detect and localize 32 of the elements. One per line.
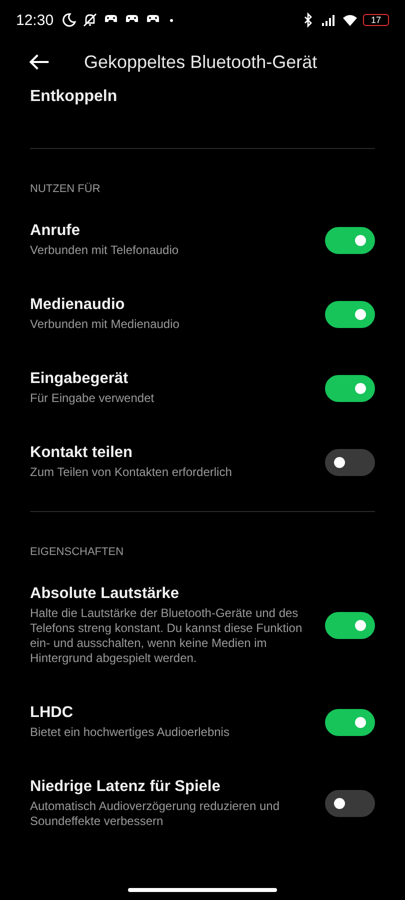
setting-title: Anrufe [30, 222, 80, 240]
setting-title: Medienaudio [30, 296, 125, 314]
toggle-switch[interactable] [325, 300, 375, 328]
battery-icon: 17 [363, 14, 389, 26]
page-title: Gekoppeltes Bluetooth-Gerät [84, 52, 318, 72]
toggle-switch[interactable] [325, 790, 375, 817]
wifi-icon [342, 12, 358, 28]
setting-title: Eingabegerät [30, 370, 128, 388]
setting-title: LHDC [30, 704, 74, 722]
setting-description: Halte die Lautstärke der Bluetooth-Geräte und des Telefons streng konstant. Du kannst diese Funktion ein- und ausschalten, wenn keine Medien im Hintergrund abgespielt werden. [30, 606, 304, 666]
toggle-switch[interactable] [325, 448, 375, 476]
section-header: NUTZEN FÜR [29, 182, 102, 197]
setting-description: Verbunden mit Telefonaudio [30, 243, 179, 258]
setting-title: Niedrige Latenz für Spiele [30, 778, 220, 796]
section-header: EIGENSCHAFTEN [29, 545, 125, 560]
setting-description: Für Eingabe verwendet [30, 391, 154, 406]
setting-description: Automatisch Audioverzögerung reduzieren und Soundeffekte verbessern [30, 799, 280, 829]
clock: 12:30 [16, 12, 54, 28]
muted-bell-icon [82, 12, 98, 28]
moon-icon [60, 12, 77, 28]
toggle-switch[interactable] [325, 708, 375, 736]
setting-description: Bietet ein hochwertiges Audioerlebnis [30, 725, 230, 740]
setting-title: Kontakt teilen [30, 444, 132, 462]
toggle-switch[interactable] [325, 612, 375, 639]
signal-icon [321, 12, 337, 28]
toggle-switch[interactable] [325, 226, 375, 254]
toggle-switch[interactable] [325, 374, 375, 402]
setting-title: Absolute Lautstärke [30, 585, 180, 603]
unpair-button[interactable]: Entkoppeln [0, 84, 148, 106]
setting-description: Zum Teilen von Kontakten erforderlich [30, 465, 232, 480]
setting-description: Verbunden mit Medienaudio [30, 317, 180, 332]
dot-icon [170, 18, 173, 22]
